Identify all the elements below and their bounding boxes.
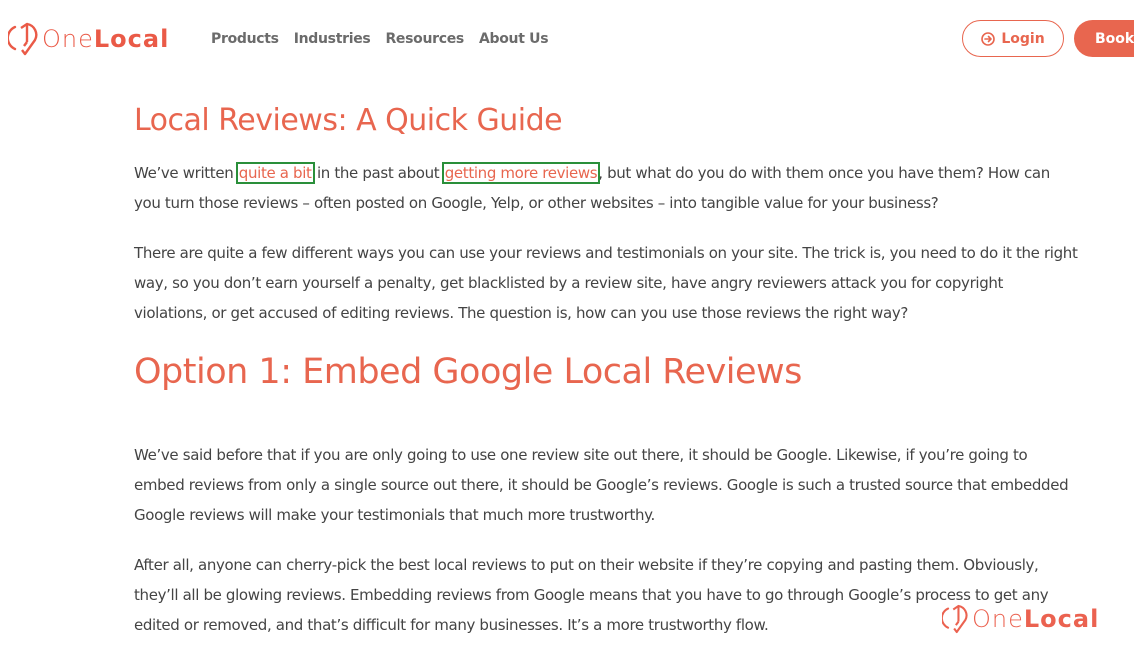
quite-a-bit-link[interactable]: quite a bit: [235, 162, 315, 184]
watermark-text-local: Local: [1023, 605, 1100, 633]
cherry-pick-paragraph: After all, anyone can cherry-pick the be…: [134, 556, 1049, 634]
nav-about-us[interactable]: About Us: [479, 31, 549, 47]
watermark-text-one: One: [972, 605, 1024, 633]
main-nav: Products Industries Resources About Us: [211, 31, 549, 47]
site-logo[interactable]: OneLocal: [8, 22, 169, 56]
arrow-circle-right-icon: [981, 31, 996, 46]
google-paragraph: We’ve said before that if you are only g…: [134, 446, 1069, 524]
logo-text: OneLocal: [42, 22, 169, 56]
login-label: Login: [1001, 30, 1045, 47]
onelocal-pin-icon: [8, 22, 38, 56]
ways-paragraph: There are quite a few different ways you…: [134, 244, 1078, 322]
nav-industries[interactable]: Industries: [294, 31, 371, 47]
option-1-heading: Option 1: Embed Google Local Reviews: [134, 352, 802, 392]
logo-text-local: Local: [93, 25, 170, 53]
logo-text-one: One: [42, 25, 94, 53]
intro-text-start: We’ve written: [134, 164, 238, 182]
intro-paragraph: We’ve written quite a bit in the past ab…: [134, 158, 1079, 218]
onelocal-pin-icon: [942, 604, 968, 634]
watermark-text: OneLocal: [972, 602, 1099, 636]
nav-products[interactable]: Products: [211, 31, 279, 47]
getting-more-reviews-link[interactable]: getting more reviews: [441, 162, 601, 184]
site-header: OneLocal Products Industries Resources A…: [0, 0, 1134, 80]
intro-text-middle: in the past about: [312, 164, 444, 182]
article-title: Local Reviews: A Quick Guide: [134, 103, 563, 138]
onelocal-watermark: OneLocal: [942, 602, 1099, 636]
book-button[interactable]: Book: [1074, 20, 1134, 57]
login-button[interactable]: Login: [962, 20, 1064, 57]
nav-resources[interactable]: Resources: [385, 31, 464, 47]
article-content: Local Reviews: A Quick Guide We’ve writt…: [134, 100, 1084, 656]
book-label: Book: [1095, 30, 1134, 47]
